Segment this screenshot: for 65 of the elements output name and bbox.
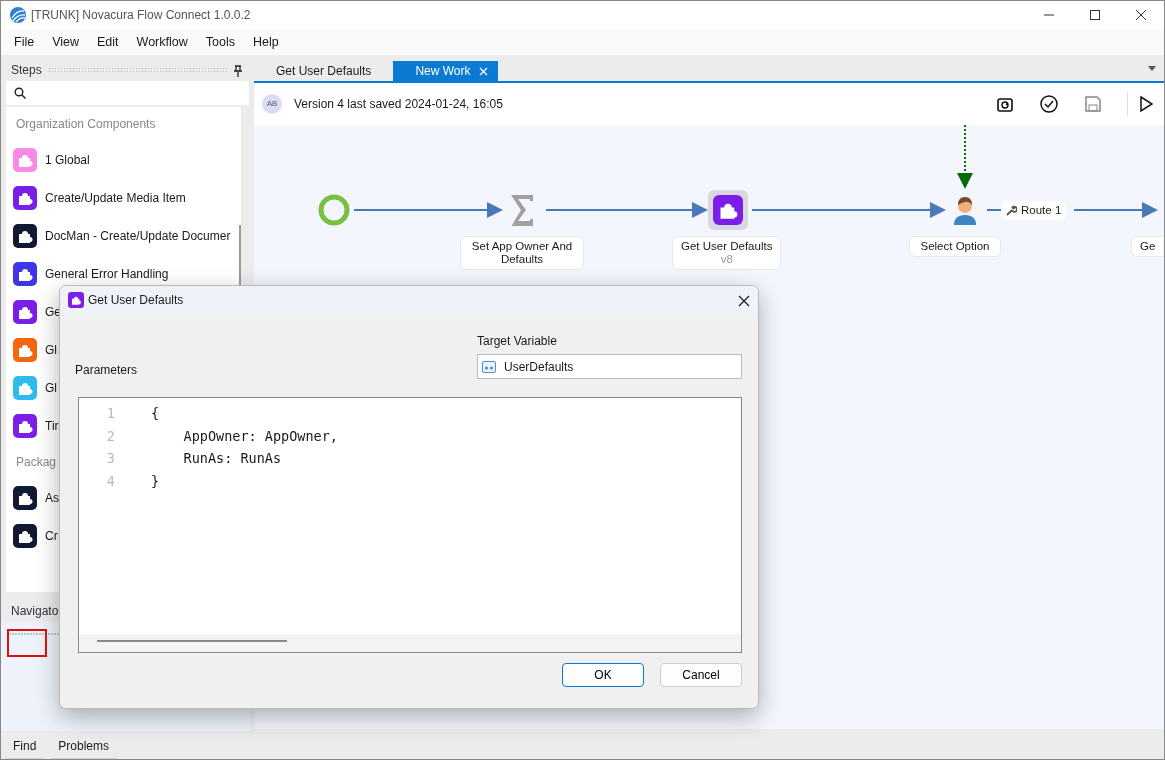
save-icon[interactable] [1083, 94, 1103, 114]
target-variable-label: Target Variable [477, 333, 558, 350]
line-number: 3 [105, 449, 116, 468]
close-button[interactable] [1135, 9, 1147, 21]
step-label[interactable]: Tir [45, 416, 59, 435]
bottom-tab[interactable]: Find [5, 731, 45, 759]
step-label[interactable]: DocMan - Create/Update Documer [45, 226, 231, 245]
puzzle-icon [713, 195, 743, 225]
node-label[interactable]: Set App Owner And Defaults [460, 236, 584, 270]
version-text: Version 4 last saved 2024-01-24, 16:05 [294, 96, 503, 113]
search-field[interactable] [6, 80, 249, 105]
sigma-node[interactable] [509, 194, 535, 226]
step-label[interactable]: Create/Update Media Item [45, 188, 186, 207]
check-icon[interactable] [1039, 94, 1059, 114]
start-node[interactable] [317, 193, 351, 227]
line-number: 4 [105, 471, 116, 491]
step-label[interactable]: Gl [45, 378, 57, 397]
menu-item[interactable]: View [43, 29, 89, 55]
menu-item[interactable]: Help [243, 29, 288, 55]
search-icon [14, 86, 26, 99]
line-number: 1 [105, 404, 116, 423]
dialog-button[interactable]: OK [562, 663, 644, 687]
route-label[interactable]: Route 1 [1001, 201, 1067, 221]
bottom-tab[interactable]: Problems [50, 731, 118, 759]
wrench-icon [1006, 205, 1017, 217]
step-label[interactable]: Gl [45, 340, 57, 359]
code-line: { [150, 404, 160, 423]
avatar: AB [262, 94, 282, 114]
menu-item[interactable]: Edit [88, 29, 128, 55]
parameters-label: Parameters [75, 362, 138, 379]
code-line: AppOwner: AppOwner, [182, 426, 338, 446]
person-node[interactable] [952, 195, 978, 225]
step-label[interactable]: 1 Global [45, 150, 90, 169]
editor-tab[interactable]: New Work [393, 61, 498, 81]
code-line: } [150, 471, 160, 491]
app-logo-icon [9, 6, 27, 24]
component-node[interactable] [708, 190, 748, 230]
menu-item[interactable]: File [5, 29, 44, 55]
target-variable-field[interactable]: UserDefaults [477, 354, 742, 379]
step-label[interactable]: Cr [45, 526, 58, 545]
line-number: 2 [105, 426, 116, 446]
step-label[interactable]: As [45, 488, 59, 507]
node-label[interactable]: Ge [1131, 236, 1164, 257]
connector-line [986, 209, 1002, 211]
panel-title: Navigato [11, 602, 59, 620]
menu-item[interactable]: Workflow [127, 29, 197, 55]
menu-item[interactable]: Tools [196, 29, 244, 55]
code-line: RunAs: RunAs [182, 449, 282, 468]
step-label[interactable]: General Error Handling [45, 264, 169, 283]
dialog-button[interactable]: Cancel [660, 663, 742, 687]
window-title: [TRUNK] Novacura Flow Connect 1.0.0.2 [31, 7, 251, 24]
maximize-button[interactable] [1089, 9, 1101, 21]
code-editor[interactable]: 1 { 2 AppOwner: AppOwner, 3 RunAs: RunAs 4 } [78, 397, 742, 653]
node-label[interactable]: Get User Defaults v8 [672, 236, 782, 270]
puzzle-icon [68, 292, 84, 308]
dotted-arrow [957, 125, 973, 189]
scrollbar[interactable] [97, 640, 287, 642]
panel-title: Steps [11, 61, 42, 79]
dialog-title: Get User Defaults [88, 292, 184, 309]
group-label: Packag [15, 453, 58, 471]
editor-tab[interactable]: Get User Defaults [254, 61, 394, 81]
group-label: Organization Components [15, 115, 157, 133]
close-icon[interactable] [478, 66, 488, 76]
node-label[interactable]: Select Option [909, 236, 1001, 257]
variable-icon [482, 360, 496, 373]
